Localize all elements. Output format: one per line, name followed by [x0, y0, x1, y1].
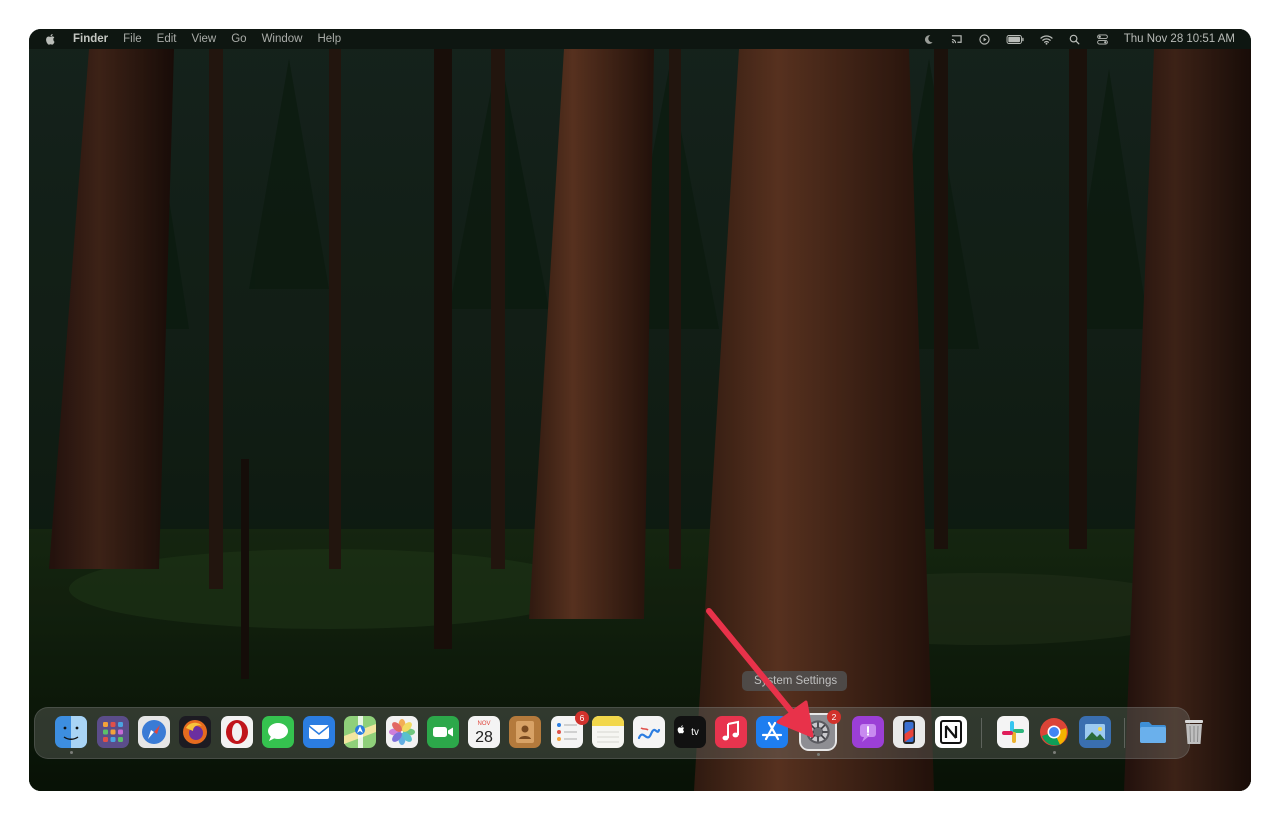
- dock-iphone-mirroring[interactable]: [893, 716, 925, 748]
- desktop-screen: Finder File Edit View Go Window Help Thu…: [29, 29, 1251, 791]
- cast-icon[interactable]: [950, 33, 964, 45]
- apple-tv-icon: tv: [674, 716, 706, 748]
- dock-notes[interactable]: [592, 716, 624, 748]
- dock-music[interactable]: [715, 716, 747, 748]
- menu-help[interactable]: Help: [317, 33, 341, 45]
- dock-reminders[interactable]: 6: [551, 711, 589, 748]
- dock-separator: [981, 718, 982, 748]
- dock-preview[interactable]: [1079, 716, 1111, 748]
- dock-opera[interactable]: [221, 716, 253, 748]
- dock-photos[interactable]: [386, 716, 418, 748]
- podcasts-icon: [852, 716, 884, 748]
- dock-firefox[interactable]: [179, 716, 211, 748]
- dock-system-settings[interactable]: 2: [799, 710, 841, 756]
- apple-tv-label: tv: [691, 727, 699, 738]
- dock-downloads-folder[interactable]: [1137, 716, 1169, 748]
- dock: NOV 28 6 tv 2: [34, 707, 1203, 759]
- calendar-month: NOV: [477, 721, 490, 727]
- dock-slack[interactable]: [997, 716, 1029, 748]
- wifi-icon[interactable]: [1040, 33, 1054, 45]
- dock-separator: [1124, 718, 1125, 748]
- iphone-mirroring-icon: [893, 716, 925, 748]
- dock-chrome[interactable]: [1038, 716, 1070, 754]
- calendar-icon: NOV 28: [468, 716, 500, 748]
- music-icon: [715, 716, 747, 748]
- messages-icon: [262, 716, 294, 748]
- wallpaper-image: [29, 29, 1251, 791]
- dock-notion[interactable]: [935, 716, 967, 748]
- apple-menu-icon[interactable]: [45, 32, 59, 46]
- contacts-icon: [509, 716, 541, 748]
- dock-podcasts[interactable]: [852, 716, 884, 748]
- dock-mail[interactable]: [303, 716, 335, 748]
- notes-icon: [592, 716, 624, 748]
- maps-icon: [344, 716, 376, 748]
- dock-finder[interactable]: [55, 716, 87, 754]
- search-icon[interactable]: [1068, 33, 1082, 45]
- dock-facetime[interactable]: [427, 716, 459, 748]
- status-area: Thu Nov 28 10:51 AM: [922, 29, 1235, 49]
- dock-contacts[interactable]: [509, 716, 541, 748]
- running-indicator: [70, 751, 73, 754]
- running-indicator: [1053, 751, 1056, 754]
- dock-trash[interactable]: [1178, 716, 1210, 748]
- chrome-icon: [1040, 718, 1068, 746]
- launchpad-icon: [97, 716, 129, 748]
- freeform-icon: [633, 716, 665, 748]
- slack-icon: [997, 716, 1029, 748]
- notion-icon: [935, 716, 967, 748]
- trash-icon: [1185, 720, 1203, 744]
- reminders-badge: 6: [575, 711, 589, 725]
- menubar-clock[interactable]: Thu Nov 28 10:51 AM: [1124, 33, 1235, 45]
- battery-icon[interactable]: [1006, 33, 1026, 45]
- dock-safari[interactable]: [138, 716, 170, 748]
- dock-app-store[interactable]: [756, 716, 788, 748]
- moon-icon[interactable]: [922, 33, 936, 45]
- preview-icon: [1079, 716, 1111, 748]
- dock-messages[interactable]: [262, 716, 294, 748]
- firefox-icon: [179, 716, 211, 748]
- dock-maps[interactable]: [344, 716, 376, 748]
- dock-calendar[interactable]: NOV 28: [468, 716, 500, 748]
- menu-go[interactable]: Go: [231, 33, 246, 45]
- finder-icon: [55, 716, 87, 748]
- safari-icon: [138, 716, 170, 748]
- app-store-icon: [756, 716, 788, 748]
- menu-view[interactable]: View: [192, 33, 217, 45]
- menu-file[interactable]: File: [123, 33, 142, 45]
- menu-window[interactable]: Window: [262, 33, 303, 45]
- dock-freeform[interactable]: [633, 716, 665, 748]
- system-settings-badge: 2: [827, 710, 841, 724]
- opera-icon: [221, 716, 253, 748]
- mail-icon: [303, 716, 335, 748]
- running-indicator: [817, 753, 820, 756]
- dock-launchpad[interactable]: [97, 716, 129, 748]
- control-center-icon[interactable]: [1096, 33, 1110, 45]
- downloads-folder-icon: [1140, 722, 1166, 743]
- menu-edit[interactable]: Edit: [157, 33, 177, 45]
- dock-apple-tv[interactable]: tv: [674, 716, 706, 748]
- menu-bar: Finder File Edit View Go Window Help Thu…: [29, 29, 1251, 49]
- menu-app-name[interactable]: Finder: [73, 33, 108, 45]
- calendar-day: 28: [475, 729, 493, 746]
- dock-tooltip: System Settings: [742, 671, 848, 691]
- photos-icon: [386, 716, 418, 748]
- play-icon[interactable]: [978, 33, 992, 45]
- facetime-icon: [427, 716, 459, 748]
